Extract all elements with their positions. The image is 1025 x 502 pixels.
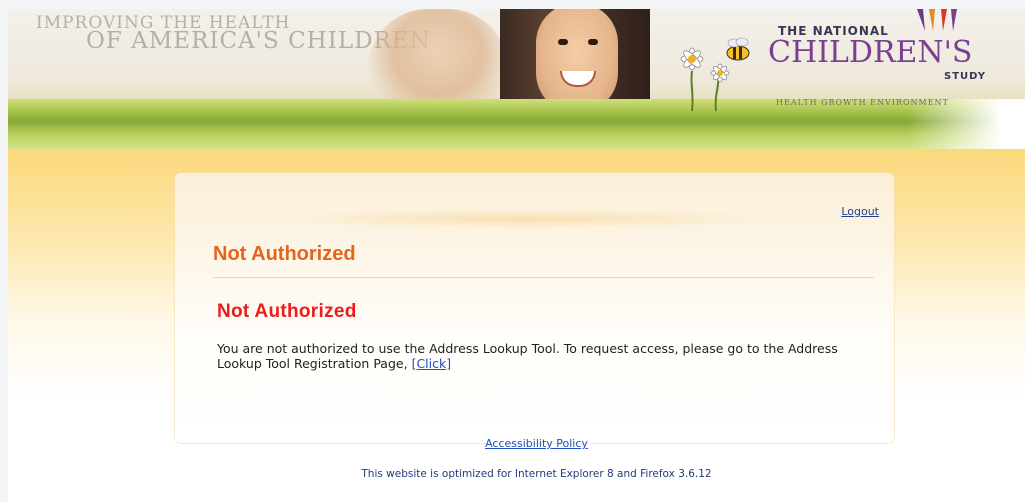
error-message-text: You are not authorized to use the Addres… bbox=[217, 341, 838, 371]
card-swoosh-decoration bbox=[265, 209, 785, 229]
national-childrens-study-logo: THE NATIONAL CHILDREN'S STUDY HEALTH GRO… bbox=[768, 9, 998, 107]
logo-study: STUDY bbox=[944, 71, 986, 82]
title-divider bbox=[213, 277, 874, 278]
error-heading: Not Authorized bbox=[217, 301, 357, 322]
logo-subline: HEALTH GROWTH ENVIRONMENT bbox=[776, 98, 949, 107]
page: IMPROVING THE HEALTH OF AMERICA'S CHILDR… bbox=[8, 9, 1025, 502]
girl-face-illustration bbox=[536, 9, 618, 113]
banner-photo-smiling-girl bbox=[500, 9, 650, 113]
right-eye-shape bbox=[588, 39, 598, 45]
page-title: Not Authorized bbox=[213, 243, 356, 265]
content-card: Logout Not Authorized Not Authorized You… bbox=[175, 173, 894, 443]
header-banner: IMPROVING THE HEALTH OF AMERICA'S CHILDR… bbox=[8, 9, 1025, 149]
accessibility-policy-link[interactable]: Accessibility Policy bbox=[8, 437, 1025, 450]
registration-click-link[interactable]: [Click] bbox=[412, 356, 452, 371]
logo-childrens: CHILDREN'S bbox=[768, 35, 973, 70]
browser-note: This website is optimized for Internet E… bbox=[361, 468, 712, 480]
daisy-and-bee-icon bbox=[680, 37, 750, 112]
error-message: You are not authorized to use the Addres… bbox=[217, 341, 857, 371]
logo-color-bars-icon bbox=[917, 9, 957, 31]
logout-link[interactable]: Logout bbox=[841, 205, 879, 218]
left-eye-shape bbox=[558, 39, 568, 45]
